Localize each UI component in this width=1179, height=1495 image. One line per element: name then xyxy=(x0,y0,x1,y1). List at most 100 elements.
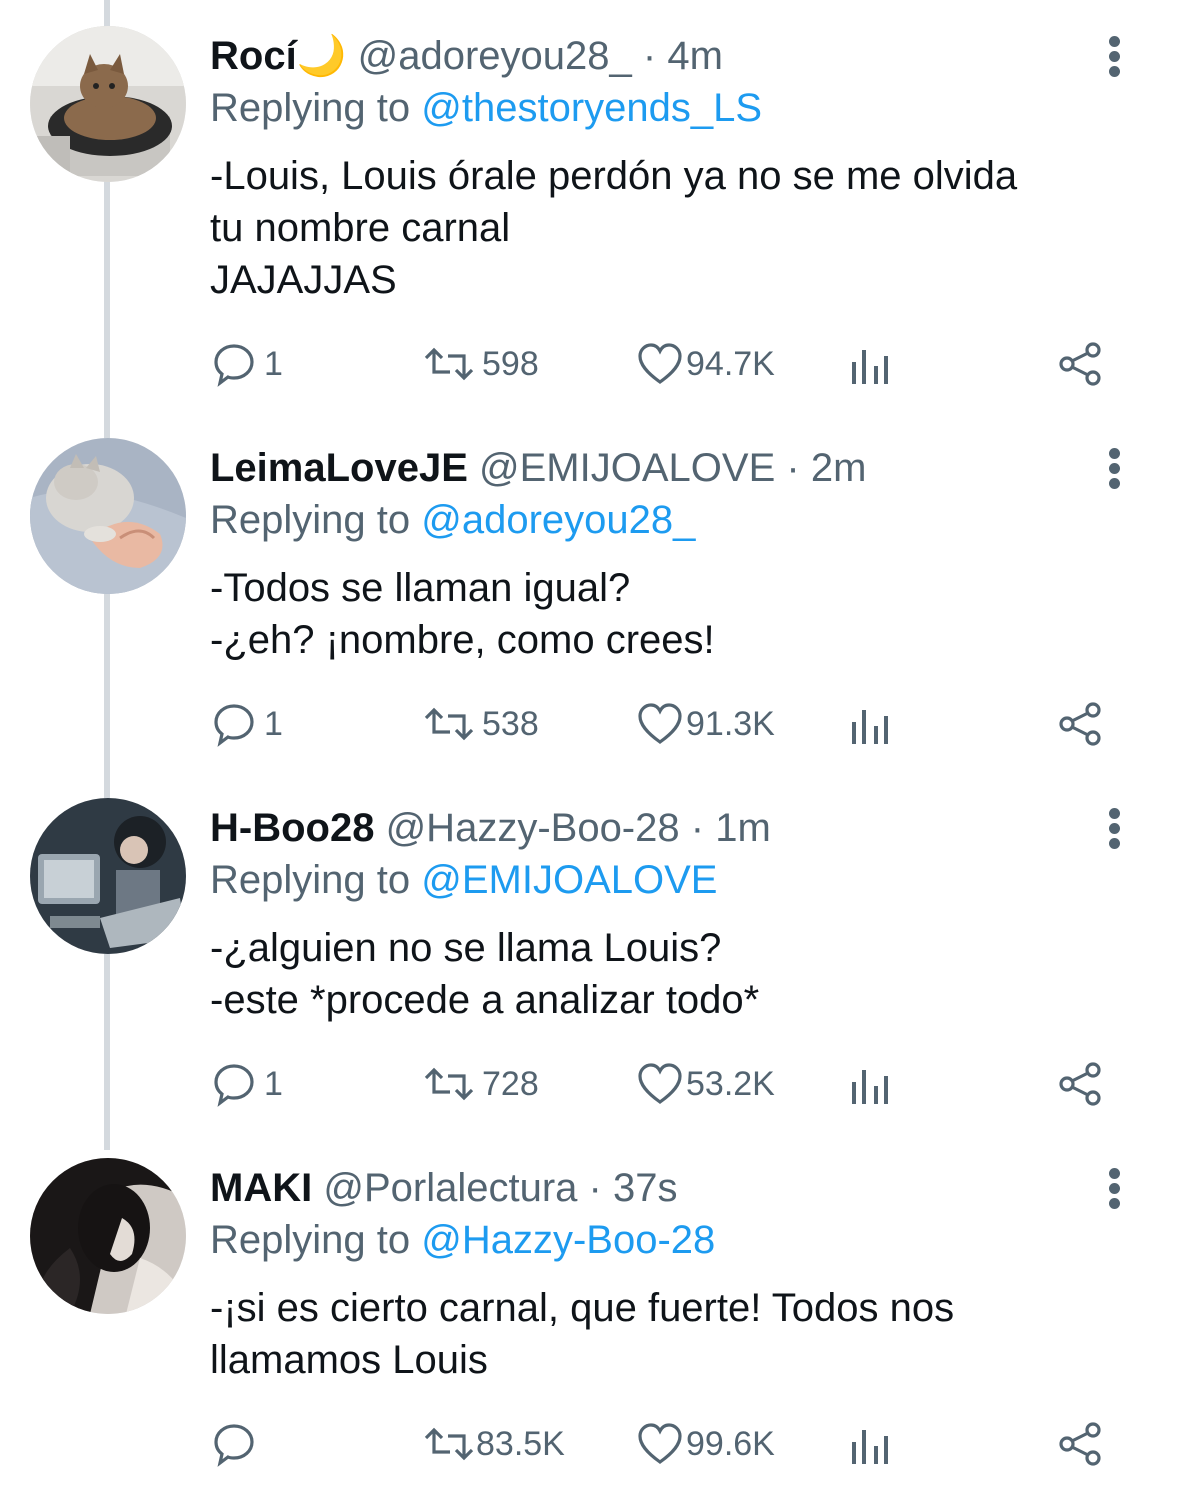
tweet-text: -¡si es cierto carnal, que fuerte! Todos… xyxy=(210,1282,1130,1386)
retweet-icon xyxy=(424,347,474,381)
timestamp[interactable]: 2m xyxy=(811,446,867,490)
more-options-icon[interactable] xyxy=(1104,1168,1126,1209)
analytics-button[interactable] xyxy=(848,1056,892,1112)
retweet-count: 538 xyxy=(482,704,539,743)
tweet-text: -Louis, Louis órale perdón ya no se me o… xyxy=(210,150,1130,306)
avatar[interactable] xyxy=(30,1158,186,1314)
retweet-button[interactable]: 538 xyxy=(422,696,539,752)
retweet-count: 598 xyxy=(482,344,539,383)
retweet-count: 728 xyxy=(482,1064,539,1103)
timestamp[interactable]: 4m xyxy=(667,34,723,78)
tweet-card[interactable]: LeimaLoveJE @EMIJOALOVE · 2m Replying to… xyxy=(0,412,1179,772)
retweet-button[interactable]: 83.5K xyxy=(422,1416,565,1472)
tweet-text-line: tu nombre carnal xyxy=(210,206,511,250)
tweet-text-line: -¿eh? ¡nombre, como crees! xyxy=(210,618,715,662)
tweet-actions: 83.5K 99.6K xyxy=(210,1416,1110,1472)
display-name[interactable]: Rocí xyxy=(210,34,297,78)
share-button[interactable] xyxy=(1056,1056,1104,1112)
timestamp[interactable]: 37s xyxy=(613,1166,678,1210)
like-icon xyxy=(638,703,682,744)
replying-to-link[interactable]: @Hazzy-Boo-28 xyxy=(421,1218,715,1262)
kitten-hand-heart-avatar-icon xyxy=(30,438,186,594)
like-button[interactable]: 91.3K xyxy=(636,696,775,752)
tweet-text-line: -¡si es cierto carnal, que fuerte! Todos… xyxy=(210,1286,955,1330)
replying-to: Replying to @EMIJOALOVE xyxy=(210,854,717,906)
like-count: 91.3K xyxy=(686,704,775,743)
avatar[interactable] xyxy=(30,438,186,594)
analytics-button[interactable] xyxy=(848,336,892,392)
tweet-header: H-Boo28 @Hazzy-Boo-28 · 1m xyxy=(210,802,771,854)
replying-to: Replying to @Hazzy-Boo-28 xyxy=(210,1214,715,1266)
user-handle[interactable]: @Hazzy-Boo-28 xyxy=(386,806,680,850)
replying-to: Replying to @thestoryends_LS xyxy=(210,82,762,134)
analytics-icon xyxy=(852,1430,888,1464)
display-name[interactable]: MAKI xyxy=(210,1166,312,1210)
like-button[interactable]: 53.2K xyxy=(636,1056,775,1112)
tweet-text: -¿alguien no se llama Louis? -este *proc… xyxy=(210,922,1130,1026)
like-count: 53.2K xyxy=(686,1064,775,1103)
reply-button[interactable]: 1 xyxy=(210,1056,283,1112)
display-name[interactable]: LeimaLoveJE xyxy=(210,446,468,490)
user-handle[interactable]: @EMIJOALOVE xyxy=(479,446,775,490)
like-button[interactable]: 94.7K xyxy=(636,336,775,392)
tweet-card[interactable]: H-Boo28 @Hazzy-Boo-28 · 1m Replying to @… xyxy=(0,772,1179,1132)
tweet-card[interactable]: MAKI @Porlalectura · 37s Replying to @Ha… xyxy=(0,1132,1179,1492)
like-button[interactable]: 99.6K xyxy=(636,1416,775,1472)
display-name[interactable]: H-Boo28 xyxy=(210,806,374,850)
reply-icon xyxy=(214,704,254,747)
tweet-header: MAKI @Porlalectura · 37s xyxy=(210,1162,677,1214)
like-icon xyxy=(638,1063,682,1104)
replying-to-label: Replying to xyxy=(210,498,411,542)
reply-icon xyxy=(214,1064,254,1107)
like-count: 99.6K xyxy=(686,1424,775,1463)
user-handle[interactable]: @Porlalectura xyxy=(323,1166,577,1210)
retweet-icon xyxy=(424,707,474,741)
reply-button[interactable]: 1 xyxy=(210,696,283,752)
reply-icon xyxy=(214,1424,254,1467)
more-options-icon[interactable] xyxy=(1104,448,1126,489)
tweet-card[interactable]: Rocí🌙 @adoreyou28_ · 4m Replying to @the… xyxy=(0,0,1179,387)
girl-with-tv-avatar-icon xyxy=(30,798,186,954)
share-icon xyxy=(1059,1062,1101,1106)
tweet-header: Rocí🌙 @adoreyou28_ · 4m xyxy=(210,30,723,82)
separator-dot: · xyxy=(690,806,705,850)
share-button[interactable] xyxy=(1056,336,1104,392)
tweet-text-line: -este *procede a analizar todo* xyxy=(210,978,760,1022)
retweet-icon xyxy=(424,1067,474,1101)
analytics-button[interactable] xyxy=(848,696,892,752)
analytics-button[interactable] xyxy=(848,1416,892,1472)
share-icon xyxy=(1059,342,1101,386)
avatar[interactable] xyxy=(30,798,186,954)
replying-to-label: Replying to xyxy=(210,86,411,130)
analytics-icon xyxy=(852,1070,888,1104)
replying-to-label: Replying to xyxy=(210,1218,411,1262)
tweet-text-line: -¿alguien no se llama Louis? xyxy=(210,926,722,970)
like-count: 94.7K xyxy=(686,344,775,383)
retweet-button[interactable]: 598 xyxy=(422,336,539,392)
reply-count: 1 xyxy=(264,344,283,383)
reply-button[interactable] xyxy=(210,1416,264,1472)
share-button[interactable] xyxy=(1056,696,1104,752)
more-options-icon[interactable] xyxy=(1104,808,1126,849)
timestamp[interactable]: 1m xyxy=(715,806,771,850)
replying-to-link[interactable]: @thestoryends_LS xyxy=(421,86,762,130)
more-options-icon[interactable] xyxy=(1104,36,1126,77)
replying-to-link[interactable]: @adoreyou28_ xyxy=(421,498,695,542)
retweet-button[interactable]: 728 xyxy=(422,1056,539,1112)
replying-to: Replying to @adoreyou28_ xyxy=(210,494,695,546)
tweet-text-line: -Louis, Louis órale perdón ya no se me o… xyxy=(210,154,1018,198)
user-handle[interactable]: @adoreyou28_ xyxy=(358,34,632,78)
reply-count: 1 xyxy=(264,704,283,743)
tweet-text-line: JAJAJJAS xyxy=(210,258,397,302)
replying-to-link[interactable]: @EMIJOALOVE xyxy=(421,858,717,902)
retweet-icon xyxy=(424,1427,474,1461)
tweet-text-line: -Todos se llaman igual? xyxy=(210,566,631,610)
like-icon xyxy=(638,343,682,384)
avatar[interactable] xyxy=(30,26,186,182)
share-button[interactable] xyxy=(1056,1416,1104,1472)
analytics-icon xyxy=(852,710,888,744)
reply-count: 1 xyxy=(264,1064,283,1103)
cat-in-pan-avatar-icon xyxy=(30,26,186,182)
reply-button[interactable]: 1 xyxy=(210,336,283,392)
share-icon xyxy=(1059,1422,1101,1466)
